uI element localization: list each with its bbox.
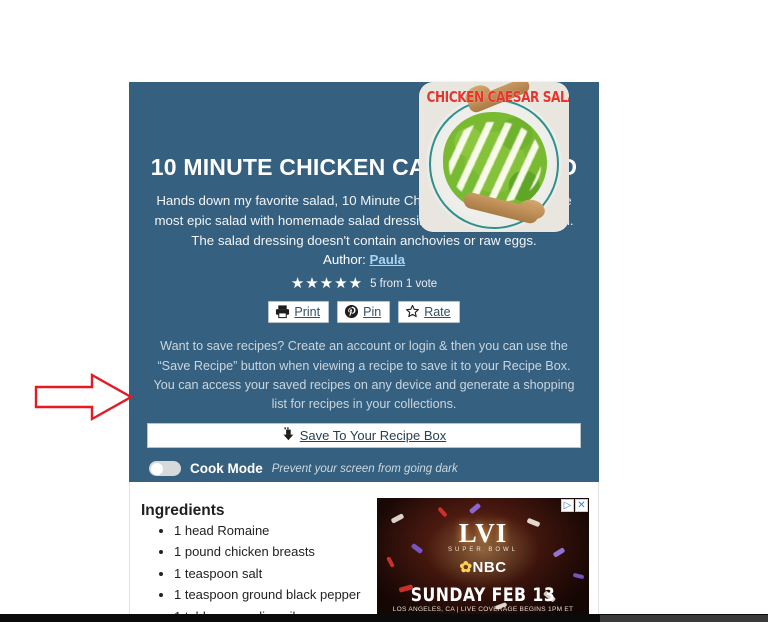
- ad-controls: ▷ ✕: [561, 499, 588, 512]
- printer-icon: [275, 304, 290, 319]
- ingredient-text: 1 teaspoon salt: [174, 565, 263, 581]
- recipe-lower-section: Ingredients 1 head Romaine 1 pound chick…: [129, 482, 599, 622]
- list-item: 1 teaspoon ground black pepper: [174, 586, 387, 604]
- save-recipe-blurb: Want to save recipes? Create an account …: [153, 339, 575, 411]
- print-button-label: Print: [294, 304, 321, 319]
- cook-mode-toggle[interactable]: [149, 461, 181, 477]
- recipe-action-buttons: Print Pin Rate: [147, 301, 581, 324]
- pin-button[interactable]: Pin: [337, 301, 391, 324]
- rating-row: ★★★★★ 5 from 1 vote: [147, 276, 581, 291]
- network-logo: ✿NBC: [377, 558, 589, 576]
- save-to-recipe-box-button[interactable]: Save To Your Recipe Box: [147, 423, 581, 449]
- ingredient-text: 1 head Romaine: [174, 523, 270, 538]
- ingredient-text: 1 teaspoon ground black pepper: [174, 587, 361, 603]
- recipe-hero-image: CHICKEN CAESAR SALAD: [419, 82, 569, 232]
- adchoices-icon[interactable]: ▷: [561, 499, 574, 512]
- author-label: Author:: [322, 252, 366, 268]
- ingredients-list: 1 head Romaine 1 pound chicken breasts 1…: [160, 522, 387, 621]
- taskbar-segment: [600, 615, 768, 622]
- right-arrow-annotation: [34, 372, 134, 422]
- network-name: NBC: [472, 559, 507, 576]
- close-icon[interactable]: ✕: [575, 499, 588, 512]
- save-button-label: Save To Your Recipe Box: [299, 428, 447, 444]
- download-arrow-icon: [282, 427, 295, 444]
- ingredient-text: 1 pound chicken breasts: [174, 544, 315, 560]
- pinterest-icon: [344, 304, 359, 319]
- list-item: 1 pound chicken breasts: [174, 543, 387, 561]
- star-rating-icon[interactable]: ★★★★★: [291, 276, 363, 291]
- cook-mode-label: Cook Mode: [190, 461, 263, 477]
- print-button[interactable]: Print: [268, 301, 330, 324]
- rate-button[interactable]: Rate: [398, 301, 460, 324]
- superbowl-logo-sub: SUPER BOWL: [447, 547, 518, 553]
- superbowl-logo: LVI: [458, 518, 508, 548]
- ingredients-heading: Ingredients: [141, 502, 225, 519]
- author-line: Author: Paula: [147, 252, 581, 267]
- ad-subline: LOS ANGELES, CA | LIVE COVERAGE BEGINS 1…: [392, 606, 574, 613]
- rating-count-text: 5 from 1 vote: [370, 277, 438, 290]
- desktop-taskbar-strip: [0, 614, 768, 622]
- list-item: 1 head Romaine: [174, 522, 387, 540]
- ad-date: SUNDAY FEB 13: [410, 584, 556, 606]
- cook-mode-row: Cook Mode Prevent your screen from going…: [147, 461, 581, 477]
- ad-banner[interactable]: LVI SUPER BOWL ✿NBC SUNDAY FEB 13 LOS AN…: [377, 498, 589, 621]
- star-outline-icon: [405, 304, 420, 319]
- cook-mode-hint: Prevent your screen from going dark: [271, 462, 458, 475]
- author-link[interactable]: Paula: [370, 252, 405, 267]
- peacock-icon: ✿: [459, 559, 473, 576]
- pin-button-label: Pin: [363, 304, 382, 319]
- rate-button-label: Rate: [424, 304, 451, 319]
- recipe-card: 10 MINUTE CHICKEN CAESAR SALAD Hands dow…: [129, 82, 599, 531]
- list-item: 1 teaspoon salt: [174, 565, 387, 583]
- hero-image-caption: CHICKEN CAESAR SALAD: [426, 88, 570, 106]
- dressing-drizzle-shape: [449, 122, 541, 202]
